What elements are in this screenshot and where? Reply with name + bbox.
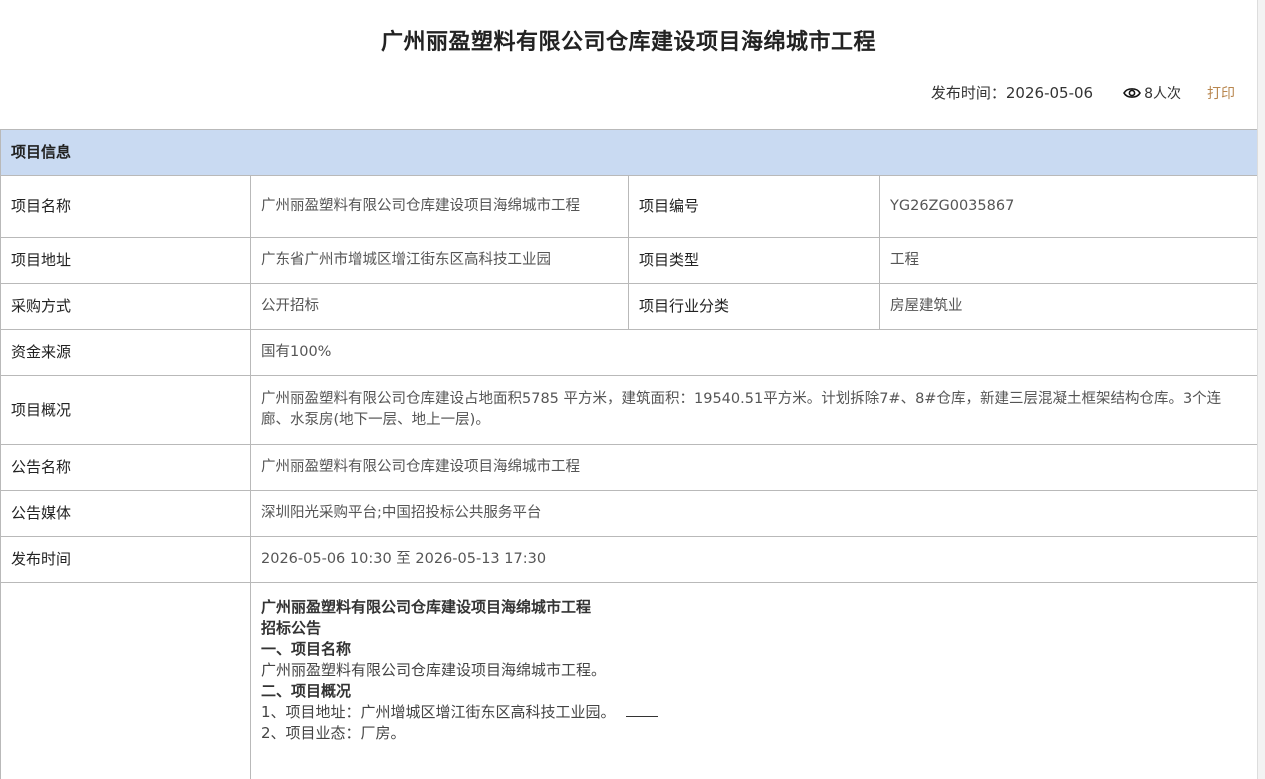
section-2-item: 1、项目地址：广州增城区增江街东区高科技工业园。 — [261, 702, 1247, 723]
table-row: 资金来源 国有100% — [0, 329, 1257, 376]
eye-icon — [1123, 87, 1141, 98]
media-value: 深圳阳光采购平台;中国招投标公共服务平台 — [249, 490, 1257, 537]
project-no-label: 项目编号 — [628, 175, 880, 238]
project-name-label: 项目名称 — [0, 175, 251, 238]
section-header-row: 项目信息 — [0, 129, 1257, 176]
section-header: 项目信息 — [0, 129, 1257, 176]
purchase-label: 采购方式 — [0, 283, 251, 330]
section-2-title: 二、项目概况 — [261, 682, 352, 700]
fund-value: 国有100% — [249, 329, 1257, 376]
blank-underline — [625, 702, 658, 717]
release-label: 发布时间 — [0, 536, 251, 583]
release-value: 2026-05-06 10:30 至 2026-05-13 17:30 — [249, 536, 1257, 583]
notice-page: 广州丽盈塑料有限公司仓库建设项目海绵城市工程 发布时间：2026-05-06 8… — [0, 0, 1258, 779]
type-value: 工程 — [878, 237, 1257, 284]
content-subheading: 招标公告 — [261, 619, 322, 637]
table-row: 项目地址 广东省广州市增城区增江街东区高科技工业园 项目类型 工程 — [0, 237, 1257, 284]
content-heading: 广州丽盈塑料有限公司仓库建设项目海绵城市工程 — [261, 598, 592, 616]
print-link[interactable]: 打印 — [1207, 83, 1235, 103]
table-row: 公告名称 广州丽盈塑料有限公司仓库建设项目海绵城市工程 — [0, 444, 1257, 491]
content-row: 广州丽盈塑料有限公司仓库建设项目海绵城市工程 招标公告 一、项目名称 广州丽盈塑… — [0, 582, 1257, 779]
project-name-value: 广州丽盈塑料有限公司仓库建设项目海绵城市工程 — [250, 175, 629, 238]
content-label-cell — [0, 582, 251, 779]
project-no-value: YG26ZG0035867 — [878, 175, 1257, 238]
section-1-title: 一、项目名称 — [261, 640, 352, 658]
table-row: 采购方式 公开招标 项目行业分类 房屋建筑业 — [0, 283, 1257, 330]
section-2-item-1: 1、项目地址：广州增城区增江街东区高科技工业园。 — [261, 703, 616, 721]
overview-label: 项目概况 — [0, 375, 251, 445]
view-count: 8人次 — [1123, 83, 1181, 103]
view-count-text: 8人次 — [1144, 85, 1181, 102]
type-label: 项目类型 — [628, 237, 880, 284]
section-1-text: 广州丽盈塑料有限公司仓库建设项目海绵城市工程。 — [261, 661, 607, 679]
industry-label: 项目行业分类 — [628, 283, 880, 330]
table-row: 项目概况 广州丽盈塑料有限公司仓库建设占地面积5785 平方米，建筑面积：195… — [0, 375, 1257, 445]
notice-name-value: 广州丽盈塑料有限公司仓库建设项目海绵城市工程 — [249, 444, 1257, 491]
media-label: 公告媒体 — [0, 490, 251, 537]
notice-name-label: 公告名称 — [0, 444, 251, 491]
page-title: 广州丽盈塑料有限公司仓库建设项目海绵城市工程 — [380, 30, 876, 55]
purchase-value: 公开招标 — [250, 283, 629, 330]
publish-time: 发布时间：2026-05-06 — [930, 84, 1094, 102]
table-row: 发布时间 2026-05-06 10:30 至 2026-05-13 17:30 — [0, 536, 1257, 583]
table-row: 公告媒体 深圳阳光采购平台;中国招投标公共服务平台 — [0, 490, 1257, 537]
meta-bar: 发布时间：2026-05-06 8人次 打印 — [931, 82, 1235, 103]
overview-value: 广州丽盈塑料有限公司仓库建设占地面积5785 平方米，建筑面积：19540.51… — [249, 375, 1257, 445]
industry-value: 房屋建筑业 — [878, 283, 1257, 330]
section-2-item-2: 2、项目业态：厂房。 — [261, 724, 406, 742]
fund-label: 资金来源 — [0, 329, 251, 376]
address-value: 广东省广州市增城区增江街东区高科技工业园 — [250, 237, 629, 284]
project-info-table: 项目信息 项目名称 广州丽盈塑料有限公司仓库建设项目海绵城市工程 项目编号 YG… — [0, 129, 1257, 779]
notice-content: 广州丽盈塑料有限公司仓库建设项目海绵城市工程 招标公告 一、项目名称 广州丽盈塑… — [249, 582, 1257, 779]
address-label: 项目地址 — [0, 237, 251, 284]
table-row: 项目名称 广州丽盈塑料有限公司仓库建设项目海绵城市工程 项目编号 YG26ZG0… — [0, 175, 1257, 238]
